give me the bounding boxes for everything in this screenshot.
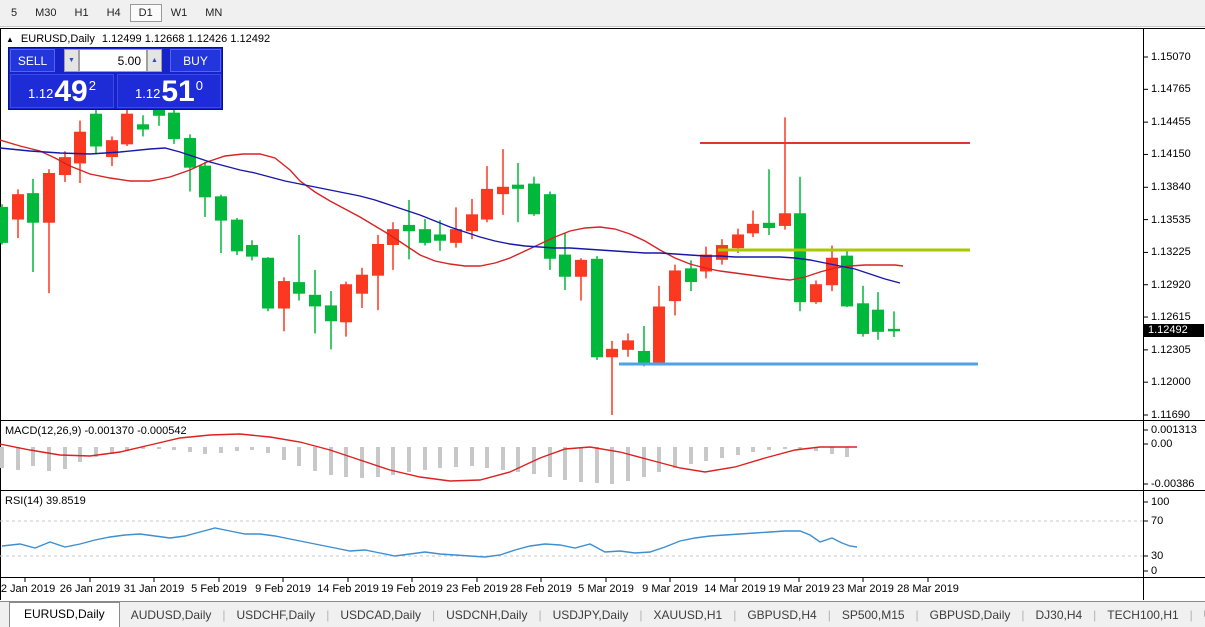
price-axis-label: 1.12305 [1151,343,1191,356]
symbol-tab-eurusd-daily[interactable]: EURUSD,Daily [9,602,120,627]
symbol-tab-gbpusd-h4[interactable]: GBPUSD,H4 [736,604,827,626]
buy-price-big-digits: 51 [161,74,195,108]
sell-price-prefix: 1.12 [28,86,54,101]
rsi-indicator-label: RSI(14) 39.8519 [5,495,86,507]
buy-price-pipette: 0 [195,78,203,93]
price-axis-label: 1.12615 [1151,311,1191,324]
price-axis-label: 1.12920 [1151,278,1191,291]
indicator-axis-label: 0.00 [1151,438,1173,450]
macd-indicator-label: MACD(12,26,9) -0.001370 -0.000542 [5,425,187,437]
indicator-axis-label: -0.00386 [1151,478,1195,490]
buy-price-prefix: 1.12 [135,86,161,101]
volume-increase-button[interactable]: ▲ [147,49,162,72]
symbol-tab-usdcnh-daily[interactable]: USDCNH,Daily [435,604,538,626]
sell-price-box[interactable]: 1.12 49 2 [10,74,114,108]
buy-price-box[interactable]: 1.12 51 0 [117,74,221,108]
price-axis-label: 1.11690 [1151,409,1190,421]
price-axis-label: 1.13840 [1151,181,1191,194]
date-axis-label: 23 Mar 2019 [832,583,894,595]
date-axis-label: 19 Feb 2019 [381,583,443,595]
date-axis-label: 23 Feb 2019 [446,583,508,595]
trade-panel-price-row: 1.12 49 2 1.12 51 0 [9,72,222,109]
buy-button[interactable]: BUY [170,49,221,72]
chart-ohlc-values: 1.12499 1.12668 1.12426 1.12492 [101,33,271,45]
chart-symbol-title: EURUSD,Daily [20,33,95,45]
date-axis-label: 9 Feb 2019 [255,583,311,595]
indicator-axis-label: 30 [1151,550,1164,562]
indicator-axis-label: 100 [1151,496,1170,508]
chart-header: ▲ EURUSD,Daily 1.12499 1.12668 1.12426 1… [6,33,270,45]
indicator-axis-label: 0 [1151,565,1158,577]
sell-price-pipette: 2 [88,78,96,93]
date-axis-label: 22 Jan 2019 [0,583,56,595]
trade-panel-top-row: SELL ▼ 5.00 ▲ BUY [9,48,222,72]
symbol-tab-usdchf-daily[interactable]: USDCHF,Daily [226,604,327,626]
symbol-tab-gbpusd-daily[interactable]: GBPUSD,Daily [919,604,1022,626]
date-axis-label: 14 Feb 2019 [317,583,379,595]
price-axis-label: 1.14150 [1151,148,1191,161]
date-axis-label: 28 Mar 2019 [897,583,959,595]
date-axis-label: 9 Mar 2019 [642,583,698,595]
current-price-tag: 1.12492 [1144,323,1204,337]
symbol-tab-tech100-h1[interactable]: TECH100,H1 [1096,604,1189,626]
trading-platform-window: 5 M30 H1 H4 D1 W1 MN ▲ EURUSD,Daily 1.12499 1.… [0,0,1205,627]
symbol-tab-dj30-h4[interactable]: DJ30,H4 [1024,604,1093,626]
price-axis-label: 1.14455 [1151,116,1191,129]
date-axis-label: 31 Jan 2019 [123,583,185,595]
date-axis-label: 26 Jan 2019 [59,583,121,595]
date-axis-label: 28 Feb 2019 [510,583,572,595]
symbol-tab-usdcad-daily[interactable]: USDCAD,Daily [329,604,432,626]
sell-button[interactable]: SELL [10,49,55,72]
date-axis-label: 5 Mar 2019 [578,583,634,595]
price-axis-label: 1.13535 [1151,213,1191,226]
sell-price-big-digits: 49 [54,74,88,108]
price-axis-label: 1.15070 [1151,51,1191,63]
symbol-tab-ui[interactable]: UI [1193,604,1205,626]
price-axis-label: 1.13225 [1151,246,1191,259]
price-axis-label: 1.12000 [1151,376,1191,389]
indicator-axis-label: 70 [1151,515,1164,527]
volume-decrease-button[interactable]: ▼ [64,49,79,72]
price-axis-label: 1.14765 [1151,83,1191,96]
symbol-tab-bar: EURUSD,Daily AUDUSD,Daily | USDCHF,Daily | US… [0,601,1205,627]
symbol-tab-sp500-m15[interactable]: SP500,M15 [831,604,916,626]
symbol-tab-audusd-daily[interactable]: AUDUSD,Daily [120,604,223,626]
volume-input[interactable]: 5.00 [79,49,147,72]
one-click-trading-panel: SELL ▼ 5.00 ▲ BUY 1.12 49 2 1.12 51 0 [8,47,223,110]
symbol-tab-usdjpy-daily[interactable]: USDJPY,Daily [542,604,640,626]
date-axis-label: 14 Mar 2019 [704,583,766,595]
date-axis-label: 19 Mar 2019 [768,583,830,595]
indicator-axis-label: 0.001313 [1151,424,1197,436]
symbol-tab-xauusd-h1[interactable]: XAUUSD,H1 [643,604,734,626]
collapse-triangle-icon[interactable]: ▲ [6,35,14,44]
date-axis-label: 5 Feb 2019 [191,583,247,595]
